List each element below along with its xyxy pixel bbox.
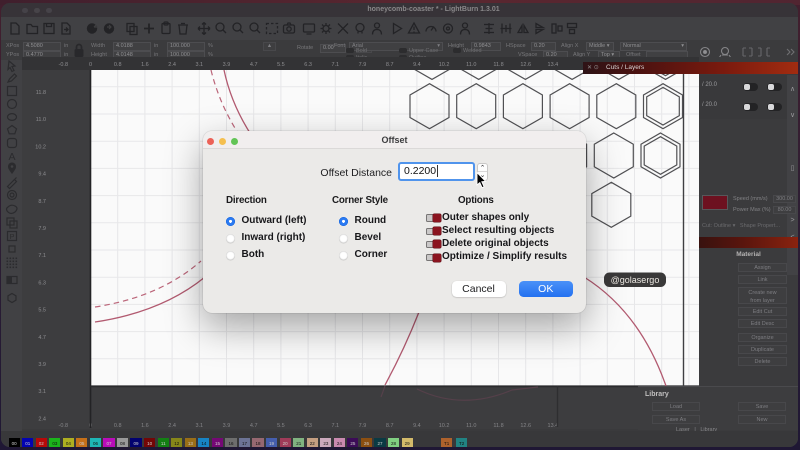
svg-text:5.5: 5.5: [277, 62, 285, 68]
svg-text:3.1: 3.1: [195, 423, 203, 429]
svg-text:1.6: 1.6: [141, 423, 149, 429]
svg-text:8.7: 8.7: [38, 199, 46, 205]
svg-text:11.8: 11.8: [493, 423, 503, 429]
svg-text:4.7: 4.7: [250, 423, 258, 429]
svg-text:0.8: 0.8: [114, 423, 122, 429]
svg-text:6.3: 6.3: [304, 423, 312, 429]
svg-text:@golasergo: @golasergo: [611, 275, 660, 285]
svg-text:13.4: 13.4: [548, 62, 559, 68]
svg-text:-0.8: -0.8: [59, 62, 68, 68]
svg-text:P: P: [9, 232, 14, 241]
svg-text:1.6: 1.6: [141, 62, 149, 68]
svg-text:0: 0: [89, 62, 92, 68]
svg-text:3.1: 3.1: [38, 389, 46, 395]
svg-text:5.5: 5.5: [277, 423, 285, 429]
svg-text:4.7: 4.7: [38, 335, 46, 341]
svg-text:10.2: 10.2: [439, 62, 450, 68]
svg-text:5.5: 5.5: [38, 308, 46, 314]
svg-text:0.8: 0.8: [114, 62, 122, 68]
svg-text:2.4: 2.4: [38, 416, 46, 422]
svg-text:7.9: 7.9: [359, 62, 367, 68]
svg-text:12.6: 12.6: [520, 423, 531, 429]
svg-text:A: A: [8, 151, 15, 163]
svg-text:6.3: 6.3: [38, 280, 46, 286]
svg-text:9.4: 9.4: [413, 423, 421, 429]
svg-text:2.4: 2.4: [168, 423, 176, 429]
svg-text:8.7: 8.7: [386, 423, 394, 429]
svg-text:4.7: 4.7: [250, 62, 258, 68]
svg-text:2.4: 2.4: [168, 62, 176, 68]
svg-text:13.4: 13.4: [548, 423, 559, 429]
svg-text:3.9: 3.9: [223, 423, 231, 429]
svg-text:11.0: 11.0: [466, 62, 476, 68]
svg-text:9.4: 9.4: [38, 172, 46, 178]
svg-text:11.0: 11.0: [36, 117, 46, 123]
svg-text:9.4: 9.4: [413, 62, 421, 68]
svg-text:7.9: 7.9: [38, 226, 46, 232]
svg-text:3.9: 3.9: [223, 62, 231, 68]
svg-text:3.1: 3.1: [195, 62, 203, 68]
svg-text:11.8: 11.8: [36, 90, 46, 96]
svg-text:10.2: 10.2: [35, 144, 46, 150]
svg-text:6.3: 6.3: [304, 62, 312, 68]
svg-text:7.9: 7.9: [359, 423, 367, 429]
svg-text:11.8: 11.8: [493, 62, 503, 68]
svg-text:12.6: 12.6: [520, 62, 531, 68]
svg-text:8.7: 8.7: [386, 62, 394, 68]
svg-text:7.1: 7.1: [331, 423, 339, 429]
svg-text:7.1: 7.1: [38, 253, 46, 259]
svg-text:10.2: 10.2: [439, 423, 450, 429]
svg-text:11.0: 11.0: [466, 423, 476, 429]
svg-text:7.1: 7.1: [331, 62, 339, 68]
svg-text:-0.8: -0.8: [59, 423, 68, 429]
svg-text:3.9: 3.9: [38, 362, 46, 368]
